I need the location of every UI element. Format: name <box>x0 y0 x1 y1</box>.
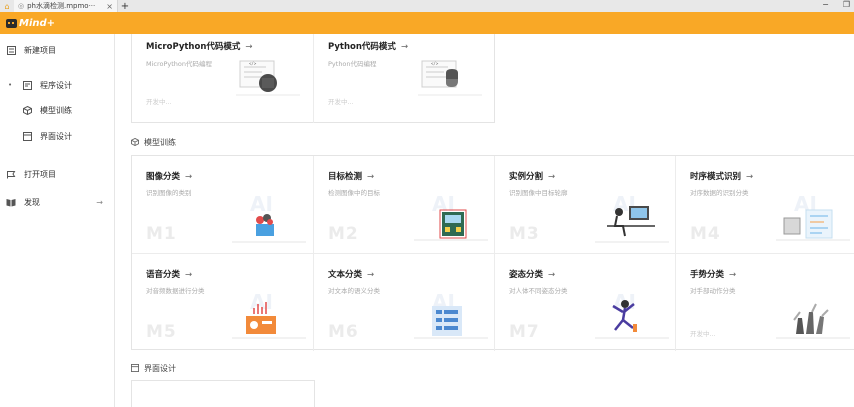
time-series-illustration-icon <box>776 209 850 241</box>
new-tab-button[interactable]: + <box>118 1 132 12</box>
card-status: 开发中... <box>146 98 172 106</box>
card-desc: Python代码编程 <box>328 60 377 68</box>
logo-icon <box>6 18 17 28</box>
sidebar-item-open-project[interactable]: 打开项目 <box>0 164 115 184</box>
card-status: 开发中... <box>328 98 354 106</box>
audio-classification-illustration-icon <box>232 302 306 339</box>
window-controls: − ❐ <box>822 0 854 12</box>
python-illustration-icon: </> <box>418 60 482 96</box>
card-desc: 对手部动作分类 <box>690 287 736 295</box>
section-title-ui-design: 界面设计 <box>131 363 176 374</box>
card-desc: 对人体不同姿态分类 <box>509 287 568 295</box>
sidebar-item-label: 发现 <box>24 197 40 207</box>
card-title: 文本分类 → <box>328 270 375 280</box>
sidebar-item-label: 新建项目 <box>24 45 56 55</box>
pose-classification-illustration-icon <box>595 300 669 339</box>
card-title: 姿态分类 → <box>509 270 556 280</box>
section-title-model-training: 模型训练 <box>131 137 176 148</box>
card-micropython[interactable]: MicroPython代码模式 → MicroPython代码编程 开发中... … <box>132 34 313 123</box>
arrow-right-icon: → <box>96 197 103 207</box>
card-code: M3 <box>509 224 540 244</box>
card-code: M2 <box>328 224 359 244</box>
sidebar-item-programming[interactable]: • 程序设计 <box>0 75 115 95</box>
card-code: M5 <box>146 322 177 342</box>
card-desc: 对音频数据进行分类 <box>146 287 205 295</box>
browser-tabbar: ⌂ ◎ ph水滴检测.mpmo··· × + − ❐ <box>0 0 854 12</box>
tab-file-icon: ◎ <box>18 2 25 10</box>
home-icon[interactable]: ⌂ <box>0 0 14 12</box>
new-project-icon <box>6 45 16 55</box>
app-header: Mind+ <box>0 12 854 34</box>
model-training-card-grid: 图像分类 → 识别图像的类别 AI M1 目标检测 → 检测图像中的目标 AI M2 <box>131 155 854 351</box>
card-title: Python代码模式 → <box>328 42 409 52</box>
cube-icon <box>22 105 32 115</box>
card-title: 目标检测 → <box>328 172 375 182</box>
card-title: 手势分类 → <box>690 270 737 280</box>
card-title: 时序模式识别 → <box>690 172 754 182</box>
card-object-detection[interactable]: 目标检测 → 检测图像中的目标 AI M2 <box>314 156 495 253</box>
window-icon <box>131 363 139 374</box>
card-audio-classification[interactable]: 语音分类 → 对音频数据进行分类 AI M5 <box>132 254 313 351</box>
card-desc: 对序数据的识别分类 <box>690 189 749 197</box>
card-code: M6 <box>328 322 359 342</box>
card-title: 实例分割 → <box>509 172 556 182</box>
file-tab[interactable]: ◎ ph水滴检测.mpmo··· × <box>14 0 118 12</box>
card-image-classification[interactable]: 图像分类 → 识别图像的类别 AI M1 <box>132 156 313 253</box>
sidebar-item-discover[interactable]: 发现 → <box>0 192 115 212</box>
card-instance-segmentation[interactable]: 实例分割 → 识别图像中目标轮廓 AI M3 <box>495 156 676 253</box>
card-title: 语音分类 → <box>146 270 193 280</box>
card-desc: 检测图像中的目标 <box>328 189 380 197</box>
code-icon <box>22 80 32 90</box>
micropython-illustration-icon: </> <box>236 60 300 96</box>
card-gesture-classification[interactable]: 手势分类 → 对手部动作分类 开发中... <box>676 254 854 351</box>
card-code: M1 <box>146 224 177 244</box>
sidebar-item-model-training[interactable]: 模型训练 <box>0 100 115 120</box>
gesture-classification-illustration-icon <box>776 303 850 339</box>
svg-text:</>: </> <box>431 61 439 66</box>
sidebar-item-label: 模型训练 <box>40 105 72 115</box>
tab-close-icon[interactable]: × <box>106 2 113 11</box>
card-pose-classification[interactable]: 姿态分类→ 对人体不同姿态分类 AI M7 <box>495 254 676 351</box>
card-code: M4 <box>690 224 721 244</box>
card-status: 开发中... <box>690 330 716 338</box>
main-content: MicroPython代码模式 → MicroPython代码编程 开发中... … <box>115 34 854 407</box>
card-desc: 对文本的语义分类 <box>328 287 380 295</box>
card-title: MicroPython代码模式 → <box>146 42 253 52</box>
instance-segmentation-illustration-icon <box>595 206 669 243</box>
ui-design-card-grid <box>131 380 315 407</box>
book-icon <box>6 197 16 207</box>
card-title: 图像分类 → <box>146 172 193 182</box>
card-desc: 识别图像的类别 <box>146 189 192 197</box>
card-desc: MicroPython代码编程 <box>146 60 213 68</box>
folder-icon <box>6 169 16 179</box>
card-text-classification[interactable]: 文本分类 → 对文本的语义分类 AI M6 <box>314 254 495 351</box>
restore-icon[interactable]: ❐ <box>843 0 850 12</box>
expand-bullet-icon: • <box>8 81 13 89</box>
text-classification-illustration-icon <box>414 306 488 339</box>
window-icon <box>22 131 32 141</box>
sidebar-item-label: 打开项目 <box>24 169 56 179</box>
card-code: M7 <box>509 322 540 342</box>
sidebar-item-label: 界面设计 <box>40 131 72 141</box>
sidebar-item-label: 程序设计 <box>40 80 72 90</box>
svg-text:</>: </> <box>249 61 257 66</box>
logo-text: Mind+ <box>19 17 56 29</box>
cube-icon <box>131 137 139 148</box>
minimize-icon[interactable]: − <box>822 0 829 12</box>
sidebar: 新建项目 • 程序设计 模型训练 界面设计 打开项目 发现 → <box>0 34 115 407</box>
card-desc: 识别图像中目标轮廓 <box>509 189 568 197</box>
tab-label: ph水滴检测.mpmo··· <box>27 2 96 10</box>
image-classification-illustration-icon <box>232 214 306 243</box>
sidebar-item-new-project[interactable]: 新建项目 <box>0 40 115 60</box>
card-time-series-recognition[interactable]: 时序模式识别 → 对序数据的识别分类 AI M4 <box>676 156 854 253</box>
sidebar-item-ui-design[interactable]: 界面设计 <box>0 126 115 146</box>
app-logo[interactable]: Mind+ <box>6 18 55 29</box>
object-detection-illustration-icon <box>414 209 488 241</box>
card-python[interactable]: Python代码模式 → Python代码编程 开发中... </> <box>314 34 495 123</box>
programming-card-grid: MicroPython代码模式 → MicroPython代码编程 开发中... … <box>131 34 495 123</box>
